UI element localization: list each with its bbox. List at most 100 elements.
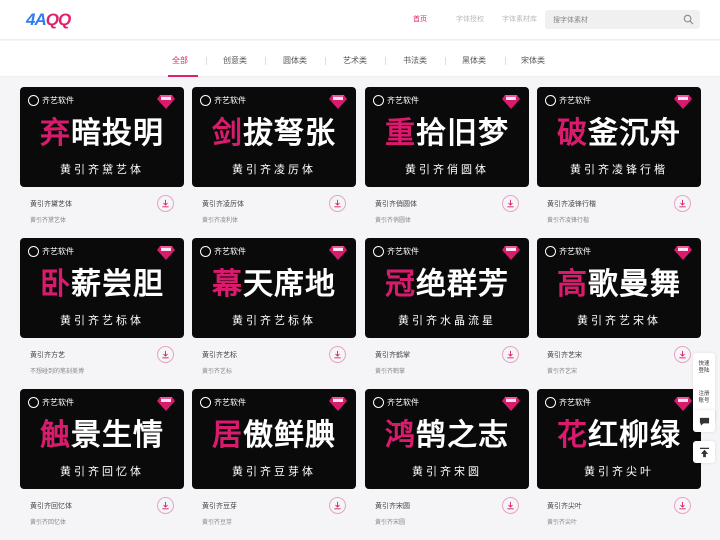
download-icon	[334, 199, 341, 208]
download-button[interactable]	[329, 195, 346, 212]
font-title[interactable]: 黄引齐艺标	[202, 350, 237, 360]
preview-rest-chars: 景生情	[71, 418, 164, 453]
preview-highlight-char: 弃	[40, 116, 71, 151]
preview-font-name: 黄引齐凌锋行楷	[570, 163, 668, 176]
brand-name: 齐艺软件	[559, 247, 591, 256]
font-description: 黄引齐尖叶	[547, 519, 578, 526]
vip-gem-icon	[674, 95, 692, 109]
site-logo[interactable]: 4AQQ	[26, 10, 71, 30]
category-tab-art[interactable]: 艺术类	[343, 55, 367, 66]
font-title[interactable]: 黄引齐方艺	[30, 350, 65, 360]
category-tab-calligraphy[interactable]: 书法类	[403, 55, 427, 66]
font-description: 黄引齐艺宋	[547, 368, 578, 375]
brand-badge: 齐艺软件	[373, 246, 419, 257]
nav-home[interactable]: 首页	[413, 14, 427, 24]
search-input[interactable]	[553, 10, 673, 29]
font-description: 不想碰到的笔刻美博	[30, 368, 85, 375]
brand-logo-icon	[373, 397, 384, 408]
category-tab-creative[interactable]: 创意类	[223, 55, 247, 66]
vip-gem-icon	[157, 397, 175, 411]
preview-text: 居傲鲜腆	[192, 419, 356, 453]
feedback-button[interactable]	[693, 410, 715, 432]
font-description: 黄引齐豆芽	[202, 519, 233, 526]
font-preview-image[interactable]: 齐艺软件 高歌曼舞 黄引齐艺宋体	[537, 238, 701, 338]
preview-font-name: 黄引齐俏圆体	[405, 163, 489, 176]
nav-font-license[interactable]: 字体授权	[456, 14, 484, 24]
preview-text: 弃暗投明	[20, 117, 184, 151]
download-icon	[507, 199, 514, 208]
download-button[interactable]	[157, 346, 174, 363]
font-title[interactable]: 黄引齐凌锋行楷	[547, 199, 596, 209]
download-button[interactable]	[674, 195, 691, 212]
font-title[interactable]: 黄引齐宋圆	[375, 501, 410, 511]
font-title[interactable]: 黄引齐鹤掌	[375, 350, 410, 360]
download-button[interactable]	[157, 497, 174, 514]
download-button[interactable]	[674, 497, 691, 514]
brand-name: 齐艺软件	[214, 247, 246, 256]
preview-font-name: 黄引齐艺标体	[60, 314, 144, 327]
search-icon[interactable]	[683, 14, 694, 25]
brand-logo-icon	[545, 397, 556, 408]
font-description: 黄引齐俏圆体	[375, 217, 412, 224]
brand-logo-icon	[28, 397, 39, 408]
preview-font-name: 黄引齐豆芽体	[232, 465, 316, 478]
font-preview-image[interactable]: 齐艺软件 幕天席地 黄引齐艺标体	[192, 238, 356, 338]
category-tab-all[interactable]: 全部	[172, 55, 188, 66]
vip-gem-icon	[502, 397, 520, 411]
preview-rest-chars: 薪尝胆	[71, 267, 164, 302]
divider	[265, 57, 266, 65]
category-tab-songti[interactable]: 宋体类	[521, 55, 545, 66]
preview-rest-chars: 釜沉舟	[588, 116, 681, 151]
font-title[interactable]: 黄引齐黛艺体	[30, 199, 72, 209]
download-button[interactable]	[329, 497, 346, 514]
font-preview-image[interactable]: 齐艺软件 居傲鲜腆 黄引齐豆芽体	[192, 389, 356, 489]
preview-text: 剑拔弩张	[192, 117, 356, 151]
brand-name: 齐艺软件	[42, 96, 74, 105]
preview-font-name: 黄引齐回忆体	[60, 465, 144, 478]
font-preview-image[interactable]: 齐艺软件 花红柳绿 黄引齐尖叶	[537, 389, 701, 489]
font-preview-image[interactable]: 齐艺软件 冠绝群芳 黄引齐水晶流星	[365, 238, 529, 338]
font-preview-image[interactable]: 齐艺软件 弃暗投明 黄引齐黛艺体	[20, 87, 184, 187]
font-preview-image[interactable]: 齐艺软件 破釜沉舟 黄引齐凌锋行楷	[537, 87, 701, 187]
font-title[interactable]: 黄引齐俏圆体	[375, 199, 417, 209]
download-button[interactable]	[157, 195, 174, 212]
font-preview-image[interactable]: 齐艺软件 卧薪尝胆 黄引齐艺标体	[20, 238, 184, 338]
register-link[interactable]: 注册账号	[697, 391, 711, 405]
font-preview-image[interactable]: 齐艺软件 剑拔弩张 黄引齐凌厉体	[192, 87, 356, 187]
font-preview-image[interactable]: 齐艺软件 重拾旧梦 黄引齐俏圆体	[365, 87, 529, 187]
preview-highlight-char: 卧	[40, 267, 71, 302]
font-title[interactable]: 黄引齐回忆体	[30, 501, 72, 511]
brand-badge: 齐艺软件	[545, 95, 591, 106]
font-preview-image[interactable]: 齐艺软件 触景生情 黄引齐回忆体	[20, 389, 184, 489]
top-header: 4AQQ 首页 字体授权 字体素材库	[0, 0, 720, 40]
logo-part-blue: 4A	[26, 10, 47, 29]
download-button[interactable]	[502, 346, 519, 363]
divider	[505, 57, 506, 65]
font-description: 黄引齐回忆体	[30, 519, 67, 526]
preview-rest-chars: 歌曼舞	[588, 267, 681, 302]
download-button[interactable]	[329, 346, 346, 363]
brand-logo-icon	[545, 246, 556, 257]
font-title[interactable]: 黄引齐凌厉体	[202, 199, 244, 209]
category-tab-heiti[interactable]: 黑体类	[462, 55, 486, 66]
font-title[interactable]: 黄引齐豆芽	[202, 501, 237, 511]
preview-rest-chars: 傲鲜腆	[243, 418, 336, 453]
download-button[interactable]	[502, 195, 519, 212]
preview-rest-chars: 绝群芳	[416, 267, 509, 302]
brand-badge: 齐艺软件	[200, 246, 246, 257]
download-button[interactable]	[674, 346, 691, 363]
nav-font-material-library[interactable]: 字体素材库	[502, 14, 537, 24]
brand-logo-icon	[200, 95, 211, 106]
font-title[interactable]: 黄引齐尖叶	[547, 501, 582, 511]
back-to-top-button[interactable]	[693, 441, 715, 463]
brand-name: 齐艺软件	[387, 398, 419, 407]
brand-logo-icon	[200, 397, 211, 408]
quick-login-link[interactable]: 快速登陆	[697, 361, 711, 375]
preview-highlight-char: 高	[557, 267, 588, 302]
download-button[interactable]	[502, 497, 519, 514]
preview-rest-chars: 拾旧梦	[416, 116, 509, 151]
category-tab-round[interactable]: 圆体类	[283, 55, 307, 66]
font-title[interactable]: 黄引齐艺宋	[547, 350, 582, 360]
category-bar: 全部 创意类 圆体类 艺术类 书法类 黑体类 宋体类	[0, 41, 720, 77]
font-preview-image[interactable]: 齐艺软件 鸿鹄之志 黄引齐宋圆	[365, 389, 529, 489]
